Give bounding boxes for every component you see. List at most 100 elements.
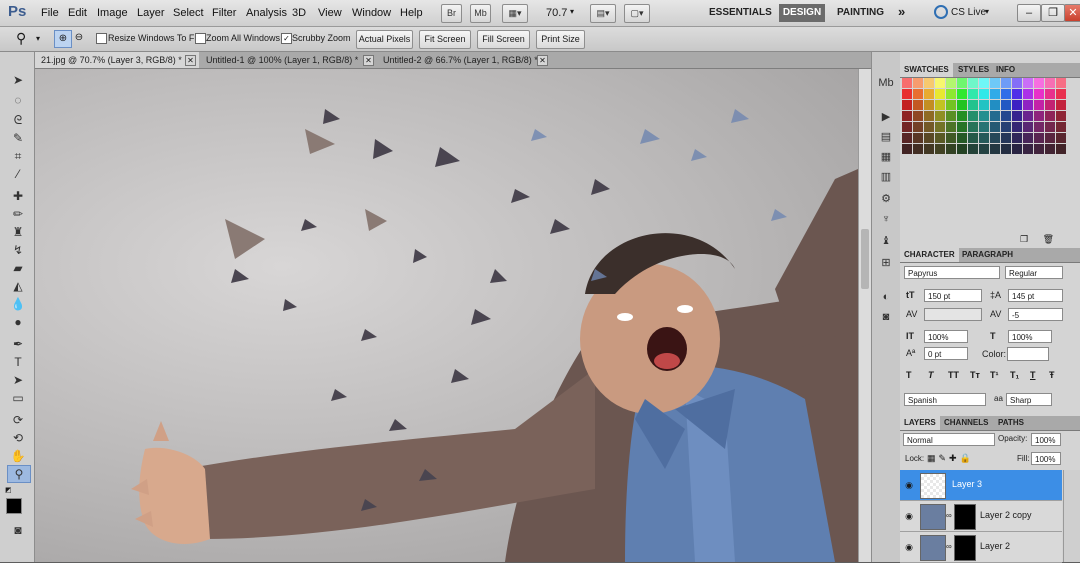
swatch[interactable] <box>935 144 945 154</box>
swatch[interactable] <box>1023 144 1033 154</box>
font-size-field[interactable]: 150 pt <box>924 289 982 302</box>
tab-swatches[interactable]: SWATCHES <box>900 63 953 77</box>
menu-filter[interactable]: Filter <box>212 7 236 19</box>
swatch[interactable] <box>1045 133 1055 143</box>
resize-windows-checkbox[interactable] <box>96 33 107 44</box>
all-caps-button[interactable]: TT <box>948 370 959 380</box>
swatch[interactable] <box>1056 133 1066 143</box>
workspace-design[interactable]: DESIGN <box>779 4 825 22</box>
swatch[interactable] <box>913 122 923 132</box>
menu-layer[interactable]: Layer <box>137 7 165 19</box>
clone-source-icon[interactable]: ▥ <box>878 170 894 184</box>
swatch[interactable] <box>1023 89 1033 99</box>
swatch[interactable] <box>957 133 967 143</box>
swatch[interactable] <box>1012 78 1022 88</box>
3d-rotate-tool-icon[interactable]: ⟳ <box>7 412 29 428</box>
swatch[interactable] <box>1023 133 1033 143</box>
superscript-button[interactable]: T¹ <box>990 370 999 380</box>
eye-icon[interactable]: ◉ <box>903 541 915 553</box>
swatch[interactable] <box>1023 100 1033 110</box>
swatch[interactable] <box>1023 111 1033 121</box>
swatch[interactable] <box>935 78 945 88</box>
swatch[interactable] <box>1056 111 1066 121</box>
swatch[interactable] <box>968 144 978 154</box>
swatch[interactable] <box>946 78 956 88</box>
menu-file[interactable]: File <box>41 7 59 19</box>
tab-layers[interactable]: LAYERS <box>900 416 940 430</box>
restore-button[interactable]: ❐ <box>1041 4 1065 22</box>
fit-screen-button[interactable]: Fit Screen <box>419 30 471 49</box>
opacity-field[interactable]: 100% <box>1031 433 1061 446</box>
swatch[interactable] <box>990 144 1000 154</box>
underline-button[interactable]: T <box>1030 370 1036 380</box>
menu-window[interactable]: Window <box>352 7 391 19</box>
hand-tool-icon[interactable]: ✋ <box>7 448 29 464</box>
swatch[interactable] <box>979 100 989 110</box>
swatch[interactable] <box>1056 144 1066 154</box>
swatch[interactable] <box>902 122 912 132</box>
faux-bold-button[interactable]: T <box>906 370 912 380</box>
layer-row[interactable]: ◉ ∞ Layer 2 copy <box>900 501 1062 532</box>
swatch[interactable] <box>1012 133 1022 143</box>
tab-paths[interactable]: PATHS <box>994 416 1028 430</box>
swatch[interactable] <box>957 122 967 132</box>
swatch[interactable] <box>1001 100 1011 110</box>
swatch[interactable] <box>1023 78 1033 88</box>
color-icon[interactable]: ◐ <box>878 290 894 304</box>
swatch[interactable] <box>990 133 1000 143</box>
zoom-in-icon[interactable]: ⊕ <box>54 30 72 48</box>
swatch[interactable] <box>979 78 989 88</box>
workspace-painting[interactable]: PAINTING <box>837 7 884 18</box>
actions-icon[interactable]: ▶ <box>878 110 894 124</box>
swatch[interactable] <box>1001 133 1011 143</box>
mini-bridge-button[interactable]: Mb <box>470 4 491 23</box>
foreground-color-swatch[interactable] <box>6 498 22 514</box>
text-color-swatch[interactable] <box>1007 347 1049 361</box>
swatch[interactable] <box>902 144 912 154</box>
layer-row[interactable]: ◉ Layer 3 <box>900 470 1062 501</box>
vertical-scrollbar[interactable] <box>858 69 871 562</box>
swatch[interactable] <box>990 78 1000 88</box>
cs-live-icon[interactable] <box>934 5 948 19</box>
default-colors-icon[interactable]: ◩ <box>5 486 12 494</box>
eyedropper-tool-icon[interactable]: ⁄ <box>7 166 29 182</box>
swatch[interactable] <box>1012 144 1022 154</box>
swatch[interactable] <box>946 133 956 143</box>
baseline-shift-field[interactable]: 0 pt <box>924 347 968 360</box>
menu-image[interactable]: Image <box>97 7 128 19</box>
horizontal-scale-field[interactable]: 100% <box>1008 330 1052 343</box>
swatch[interactable] <box>968 111 978 121</box>
chevron-down-icon[interactable]: ▾ <box>570 7 574 16</box>
healing-brush-tool-icon[interactable]: ✚ <box>7 188 29 204</box>
swatch[interactable] <box>979 111 989 121</box>
swatch[interactable] <box>924 89 934 99</box>
notes-icon[interactable]: ♝ <box>878 234 894 248</box>
swatch[interactable] <box>1056 78 1066 88</box>
path-selection-tool-icon[interactable]: ➤ <box>7 372 29 388</box>
swatch[interactable] <box>913 133 923 143</box>
swatch[interactable] <box>1001 144 1011 154</box>
swatch[interactable] <box>946 100 956 110</box>
3d-orbit-tool-icon[interactable]: ⟲ <box>7 430 29 446</box>
eye-icon[interactable]: ◉ <box>903 479 915 491</box>
brush-presets-icon[interactable]: ▦ <box>878 150 894 164</box>
swatch[interactable] <box>902 78 912 88</box>
layer-mask-thumbnail[interactable] <box>954 535 976 561</box>
swatch[interactable] <box>1001 78 1011 88</box>
crop-tool-icon[interactable]: ⌗ <box>7 148 29 164</box>
swatch[interactable] <box>957 78 967 88</box>
swatch[interactable] <box>1045 89 1055 99</box>
swatch[interactable] <box>946 144 956 154</box>
swatch[interactable] <box>968 100 978 110</box>
swatch[interactable] <box>924 133 934 143</box>
3d-icon[interactable]: ⊞ <box>878 256 894 270</box>
swatch[interactable] <box>990 89 1000 99</box>
strikethrough-button[interactable]: Ŧ <box>1049 370 1055 380</box>
swatch[interactable] <box>935 122 945 132</box>
swatch[interactable] <box>1012 122 1022 132</box>
language-select[interactable]: Spanish <box>904 393 986 406</box>
swatch[interactable] <box>1034 111 1044 121</box>
swatch[interactable] <box>957 144 967 154</box>
swatch[interactable] <box>935 133 945 143</box>
adjustments-icon[interactable]: ⚙ <box>878 192 894 206</box>
